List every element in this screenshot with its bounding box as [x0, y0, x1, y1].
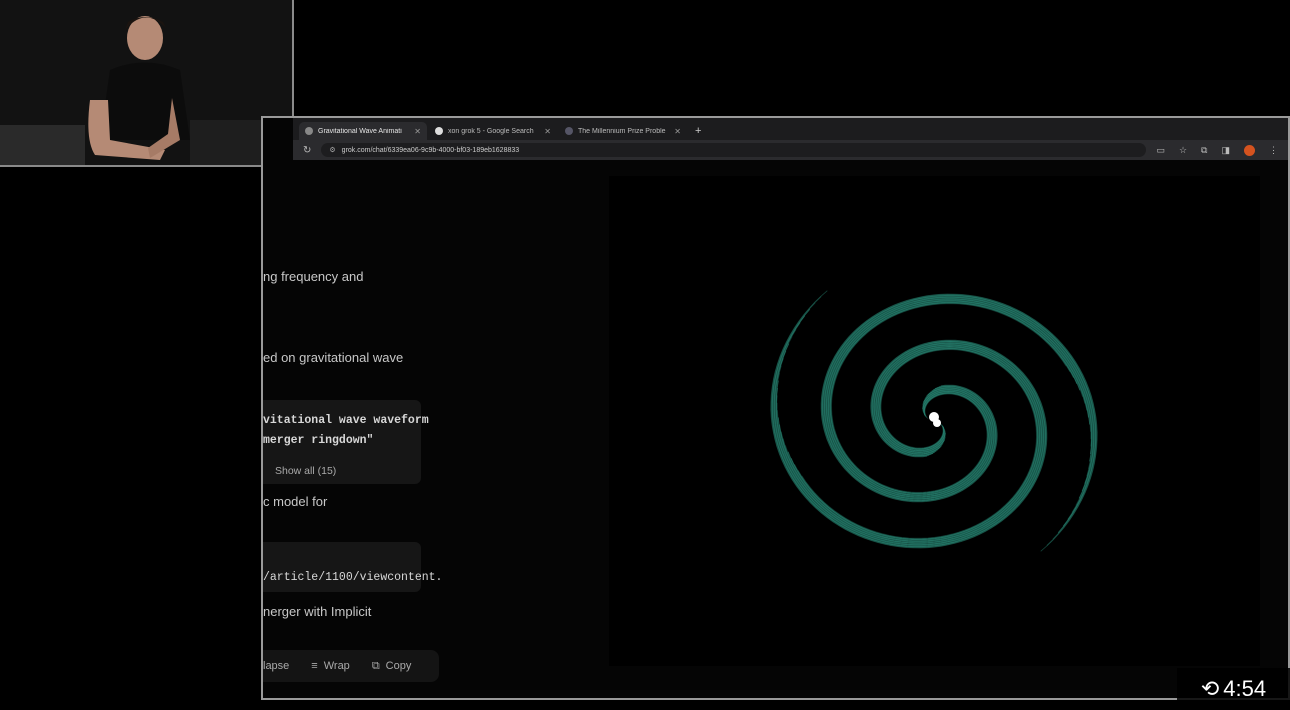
code-block: /article/1100/viewcontent. [263, 542, 442, 592]
webcam-overlay [0, 0, 294, 167]
toolbar-icons: ▭ ☆ ⧉ ◨ ⋮ [1156, 144, 1278, 156]
code-text: vitational wave waveform [263, 414, 429, 427]
url-text: grok.com/chat/6339ea06-9c9b-4000-bf03-18… [341, 146, 520, 154]
wrap-button[interactable]: ≡ Wrap [311, 660, 350, 672]
reload-icon[interactable]: ↻ [303, 145, 311, 156]
tab-millennium-prize[interactable]: The Millennium Prize Proble ✕ [559, 122, 687, 140]
chat-text: ng frequency and [263, 269, 364, 284]
close-icon[interactable]: ✕ [414, 127, 421, 136]
google-favicon-icon [435, 127, 443, 135]
copy-icon: ⧉ [371, 659, 380, 672]
tab-google-search[interactable]: xon grok 5 - Google Search ✕ [429, 122, 557, 140]
new-tab-icon[interactable]: + [689, 125, 707, 140]
chat-text: c model for [263, 494, 328, 509]
chat-text: ed on gravitational wave [263, 350, 404, 365]
bookmark-star-icon[interactable]: ☆ [1179, 145, 1187, 156]
tab-strip: Gravitational Wave Animati ✕ xon grok 5 … [293, 118, 1288, 140]
video-timestamp: ⟲ 4:54 [1177, 668, 1290, 710]
wrap-icon: ≡ [311, 660, 318, 672]
gravitational-wave-canvas[interactable] [609, 176, 1260, 666]
url-field[interactable]: ⚙ grok.com/chat/6339ea06-9c9b-4000-bf03-… [321, 143, 1147, 157]
copy-label: Copy [385, 660, 412, 672]
browser-window: Gravitational Wave Animati ✕ xon grok 5 … [261, 116, 1290, 700]
code-text: merger ringdown" [263, 434, 374, 447]
grok-favicon-icon [305, 127, 313, 135]
collapse-label: lapse [263, 660, 290, 672]
history-icon: ⟲ [1200, 676, 1220, 701]
spiral-animation [770, 290, 1098, 552]
wrap-label: Wrap [323, 660, 350, 672]
profile-avatar[interactable] [1244, 144, 1255, 156]
search-results-box: vitational wave waveform merger ringdown… [263, 400, 429, 484]
black-hole-dot [933, 419, 941, 427]
close-icon[interactable]: ✕ [544, 127, 551, 136]
close-icon[interactable]: ✕ [674, 127, 681, 136]
tab-title: Gravitational Wave Animati [318, 127, 402, 135]
site-info-icon[interactable]: ⚙ [329, 146, 335, 154]
cast-icon[interactable]: ▭ [1156, 145, 1165, 156]
tab-title: xon grok 5 - Google Search [448, 127, 534, 135]
code-toolbar: lapse ≡ Wrap ⧉ Copy [263, 650, 439, 682]
address-bar: ↻ ⚙ grok.com/chat/6339ea06-9c9b-4000-bf0… [293, 140, 1288, 160]
timestamp-text: 4:54 [1223, 676, 1267, 701]
menu-icon[interactable]: ⋮ [1269, 145, 1278, 156]
tab-gravitational-wave[interactable]: Gravitational Wave Animati ✕ [299, 122, 427, 140]
code-text: /article/1100/viewcontent. [263, 571, 443, 584]
show-all-link[interactable]: Show all (15) [275, 465, 336, 477]
extensions-icon[interactable]: ⧉ [1201, 145, 1207, 156]
site-favicon-icon [565, 127, 573, 135]
chat-text: nerger with Implicit [263, 604, 372, 619]
presenter-image [0, 0, 292, 165]
tab-title: The Millennium Prize Proble [578, 127, 666, 135]
sidepanel-icon[interactable]: ◨ [1221, 145, 1230, 156]
copy-button[interactable]: ⧉ Copy [372, 660, 412, 673]
collapse-button[interactable]: lapse [263, 660, 289, 672]
chat-panel: ng frequency and ed on gravitational wav… [263, 162, 608, 698]
